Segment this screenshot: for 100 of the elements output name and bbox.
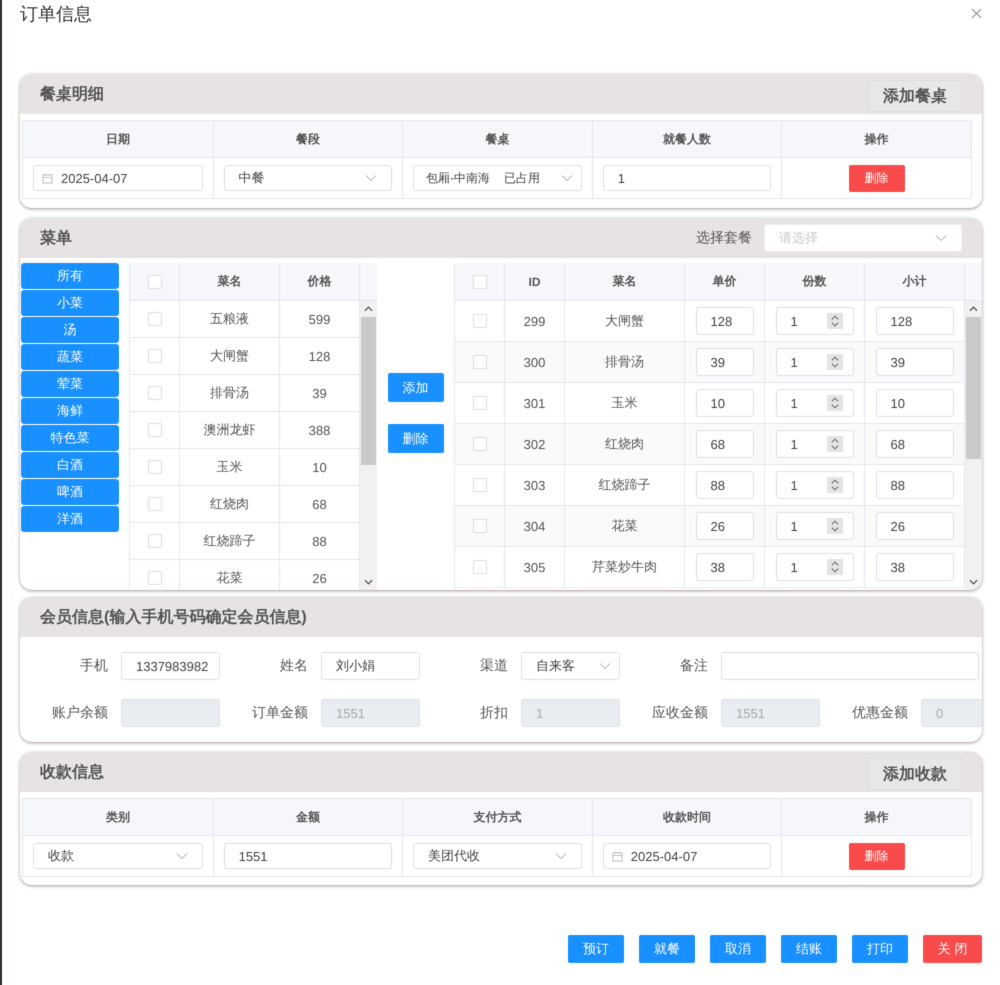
checkbox[interactable] <box>148 386 162 400</box>
field-label: 折扣 <box>479 704 508 722</box>
checkbox[interactable] <box>148 274 162 288</box>
spinner-icon[interactable] <box>826 394 842 412</box>
guests-field[interactable]: 1 <box>602 165 772 191</box>
subtotal-field[interactable]: 10 <box>876 389 954 417</box>
quantity-stepper[interactable]: 1 <box>776 553 854 581</box>
quantity-stepper[interactable]: 1 <box>776 512 854 540</box>
scrollbar[interactable] <box>965 301 982 590</box>
scroll-down-icon[interactable] <box>364 579 373 585</box>
checkbox[interactable] <box>472 274 486 288</box>
checkbox[interactable] <box>148 312 162 326</box>
id-cell: 301 <box>505 383 565 423</box>
column-header: 菜名 <box>565 263 685 300</box>
unit-price-field[interactable]: 88 <box>696 471 754 499</box>
column-header: 菜名 <box>180 263 280 300</box>
checkbox[interactable] <box>472 314 486 328</box>
scroll-up-icon[interactable] <box>364 306 373 312</box>
chevron-down-icon <box>176 852 188 860</box>
section-title: 会员信息(输入手机号码确定会员信息) <box>40 607 308 628</box>
field-label: 应收金额 <box>651 704 708 722</box>
dish-name-cell: 五粮液 <box>180 301 280 337</box>
chevron-down-icon <box>560 174 573 182</box>
id-cell: 302 <box>505 424 565 464</box>
calendar-icon <box>42 172 53 184</box>
subtotal-field[interactable]: 68 <box>876 430 954 458</box>
scrollbar[interactable] <box>360 301 377 590</box>
input-field[interactable]: 1337983982 <box>121 652 220 680</box>
id-cell: 304 <box>505 506 565 546</box>
dish-name-cell: 排骨汤 <box>180 375 280 411</box>
chevron-down-icon <box>554 852 567 860</box>
subtotal-field[interactable]: 39 <box>876 348 954 376</box>
checkbox[interactable] <box>472 355 486 369</box>
add-payment-button[interactable]: 添加收款 <box>868 758 962 790</box>
subtotal-field[interactable]: 88 <box>876 471 954 499</box>
checkbox[interactable] <box>472 437 486 451</box>
unit-price-field[interactable]: 39 <box>696 348 754 376</box>
dish-name-cell: 花菜 <box>180 560 280 590</box>
add-table-button[interactable]: 添加餐桌 <box>868 80 962 112</box>
period-select[interactable]: 中餐 <box>224 165 392 191</box>
field-label: 备注 <box>679 657 708 675</box>
amount-field[interactable]: 1551 <box>224 843 392 869</box>
spinner-icon[interactable] <box>826 312 842 330</box>
subtotal-field[interactable]: 128 <box>876 307 954 335</box>
subtotal-field[interactable]: 26 <box>876 512 954 540</box>
checkbox[interactable] <box>148 349 162 363</box>
checkbox[interactable] <box>148 571 162 585</box>
field-label: 姓名 <box>279 657 308 675</box>
table-select[interactable]: 包厢-中南海 已占用 <box>413 165 582 191</box>
column-header: 餐桌 <box>402 121 592 157</box>
dish-name-cell: 红烧蹄子 <box>565 465 685 505</box>
unit-price-field[interactable]: 38 <box>696 553 754 581</box>
chevron-down-icon <box>365 174 378 182</box>
remark-field[interactable] <box>721 652 979 680</box>
column-header: 价格 <box>280 263 360 300</box>
checkbox[interactable] <box>472 519 486 533</box>
dish-name-cell: 大闸蟹 <box>180 338 280 374</box>
checkbox[interactable] <box>148 534 162 548</box>
column-header: 操作 <box>781 121 971 157</box>
spinner-icon[interactable] <box>826 435 842 453</box>
section-title: 餐桌明细 <box>40 84 105 104</box>
payment-method-select[interactable]: 美团代收 <box>413 843 582 869</box>
id-cell: 305 <box>505 547 565 587</box>
chevron-down-icon <box>935 234 947 242</box>
unit-price-field[interactable]: 128 <box>696 307 754 335</box>
date-field[interactable]: 2025-04-07 <box>33 165 203 191</box>
field-label: 账户余额 <box>51 704 108 722</box>
unit-price-field[interactable]: 10 <box>696 389 754 417</box>
checkbox[interactable] <box>472 560 486 574</box>
checkbox[interactable] <box>148 497 162 511</box>
field-label: 优惠金额 <box>851 704 908 722</box>
quantity-stepper[interactable]: 1 <box>776 471 854 499</box>
unit-price-field[interactable]: 26 <box>696 512 754 540</box>
date-field[interactable]: 2025-04-07 <box>602 843 772 869</box>
dish-name-cell: 芹菜炒牛肉 <box>565 547 685 587</box>
subtotal-field[interactable]: 38 <box>876 553 954 581</box>
scroll-down-icon[interactable] <box>969 579 978 585</box>
spinner-icon[interactable] <box>826 517 842 535</box>
column-header: 支付方式 <box>402 799 592 835</box>
scroll-up-icon[interactable] <box>969 306 978 312</box>
close-icon[interactable] <box>971 8 982 19</box>
quantity-stepper[interactable]: 1 <box>776 430 854 458</box>
quantity-stepper[interactable]: 1 <box>776 348 854 376</box>
input-field[interactable]: 刘小娟 <box>321 652 420 680</box>
spinner-icon[interactable] <box>826 476 842 494</box>
spinner-icon[interactable] <box>826 558 842 576</box>
chevron-down-icon <box>599 662 611 670</box>
checkbox[interactable] <box>148 423 162 437</box>
dish-name-cell: 澳洲龙虾 <box>180 412 280 448</box>
checkbox[interactable] <box>472 396 486 410</box>
spinner-icon[interactable] <box>826 353 842 371</box>
column-header: 单价 <box>685 263 765 300</box>
quantity-stepper[interactable]: 1 <box>776 389 854 417</box>
quantity-stepper[interactable]: 1 <box>776 307 854 335</box>
dish-name-cell: 玉米 <box>180 449 280 485</box>
unit-price-field[interactable]: 68 <box>696 430 754 458</box>
checkbox[interactable] <box>472 478 486 492</box>
checkbox[interactable] <box>148 460 162 474</box>
channel-select[interactable]: 自来客 <box>521 652 620 680</box>
category-select[interactable]: 收款 <box>33 843 203 869</box>
